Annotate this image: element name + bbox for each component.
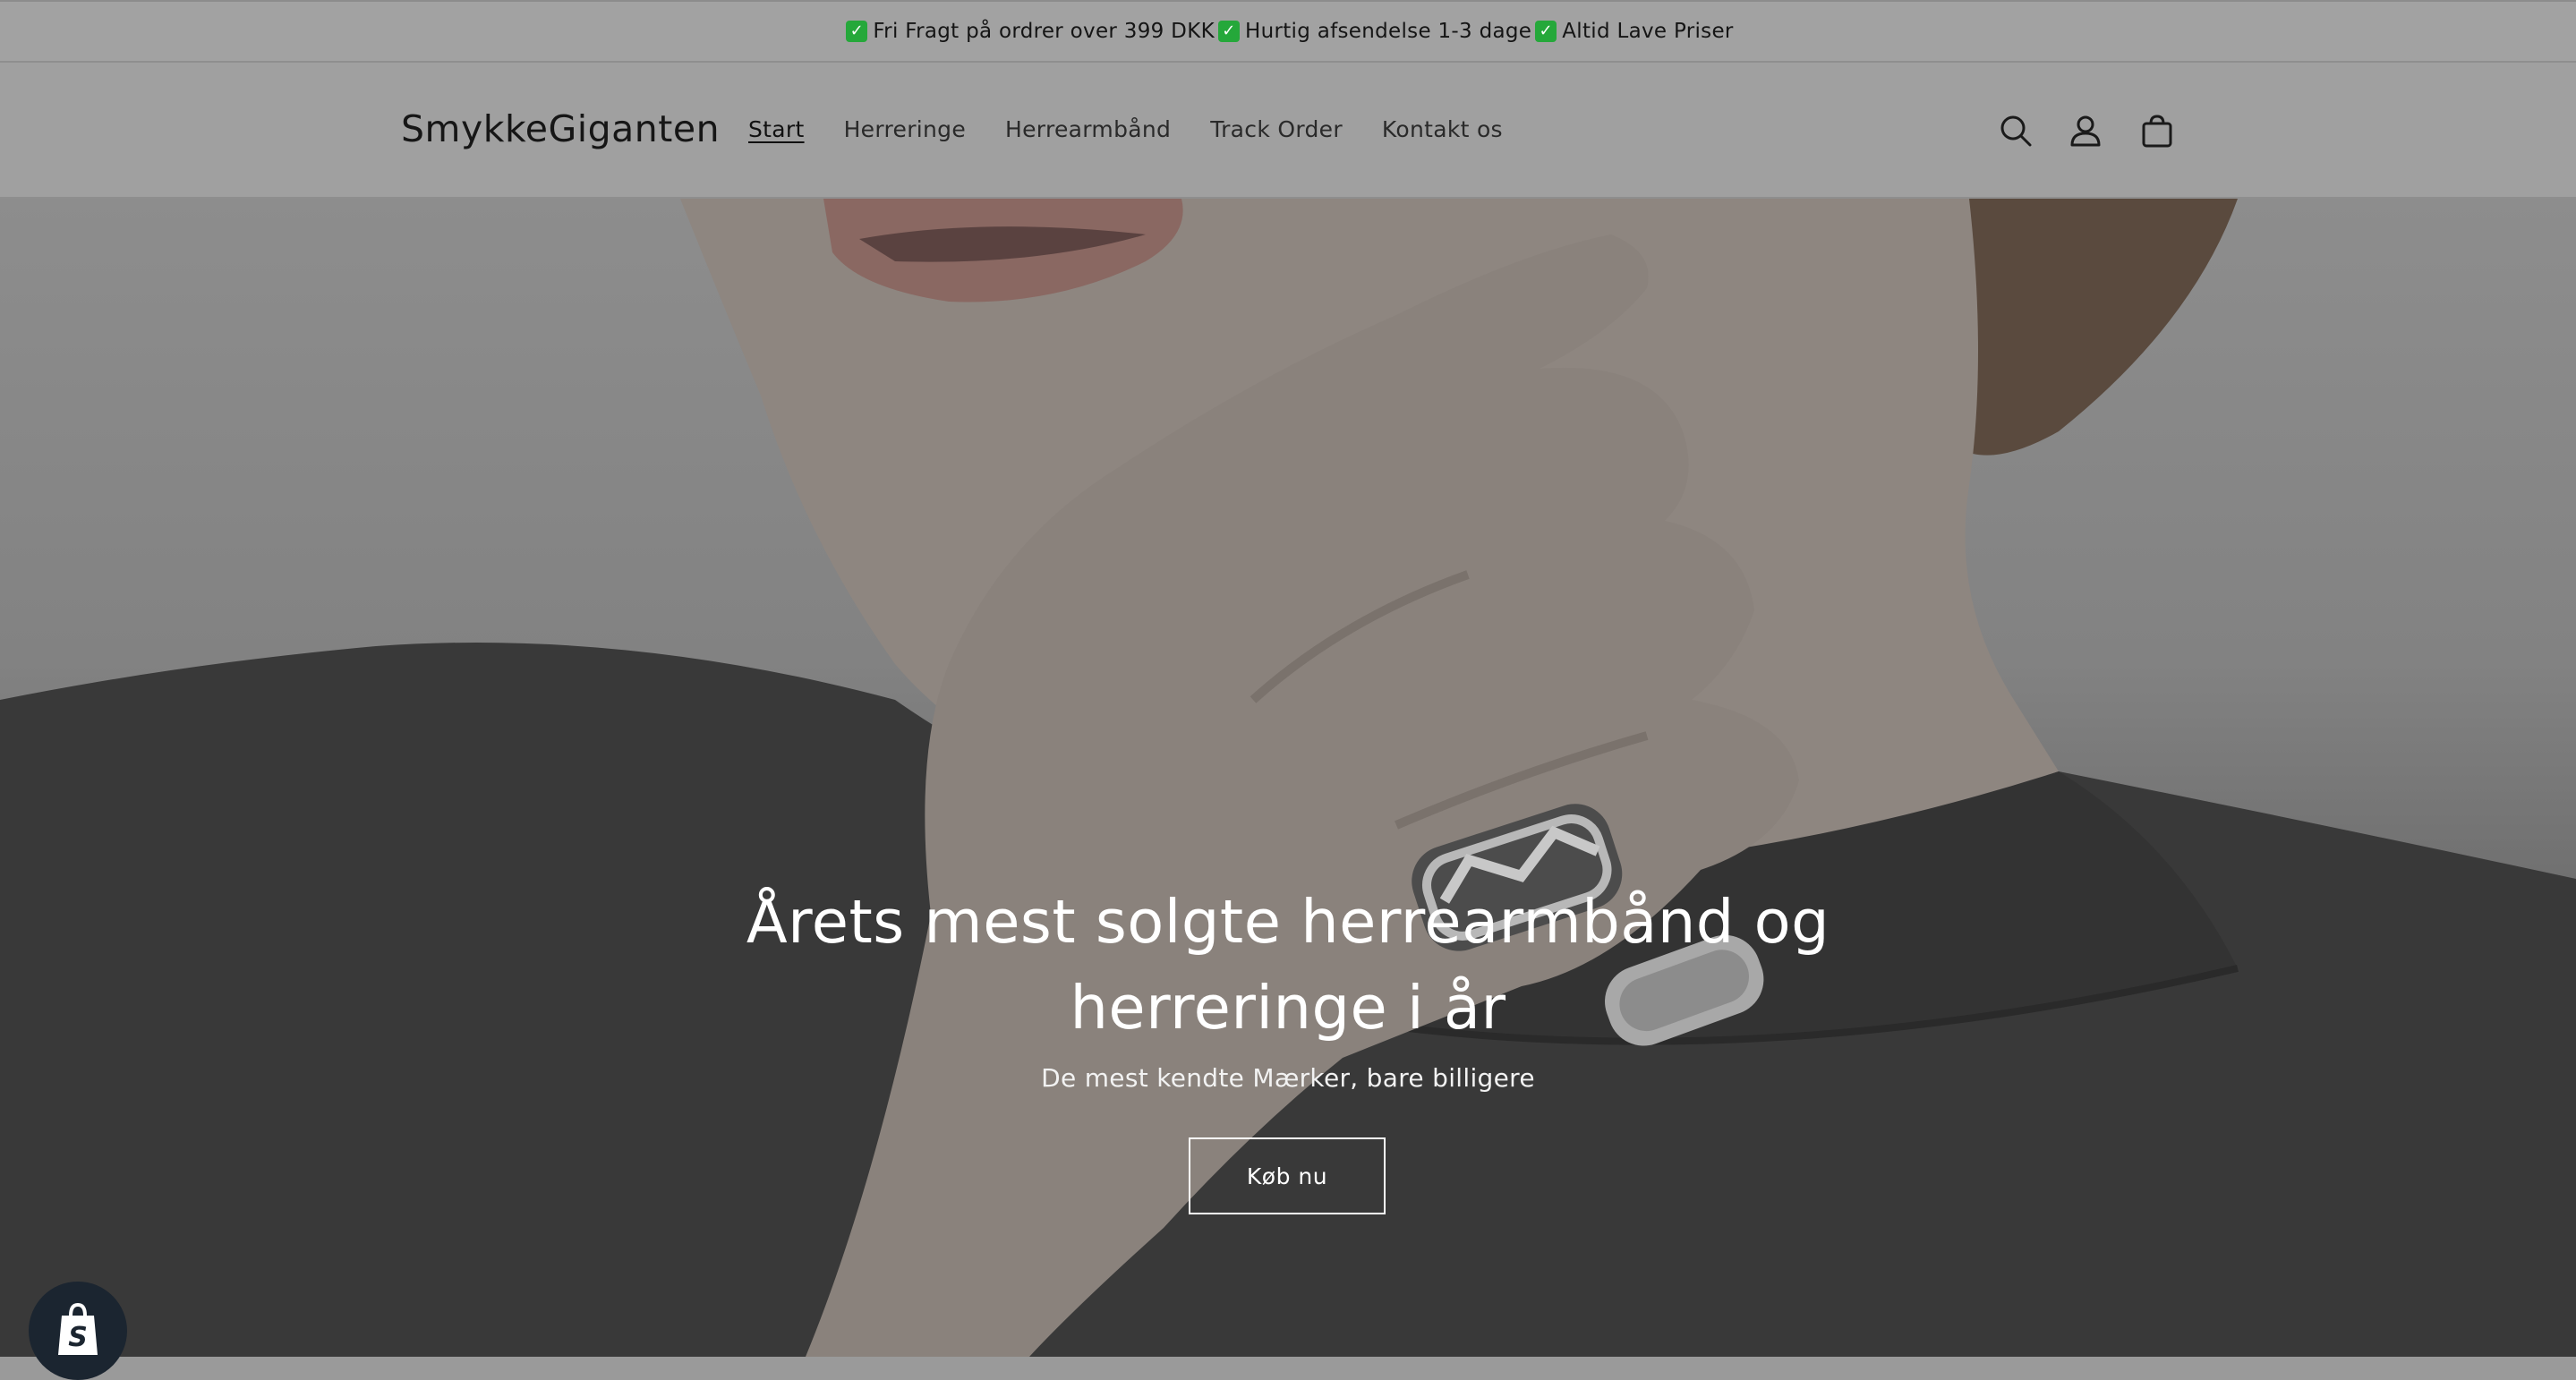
account-icon[interactable] bbox=[2062, 107, 2109, 154]
main-nav: Start Herreringe Herrearmbånd Track Orde… bbox=[748, 116, 1542, 142]
nav-item-track-order[interactable]: Track Order bbox=[1210, 116, 1343, 142]
shopify-badge[interactable]: S bbox=[29, 1282, 127, 1380]
hero-banner: Årets mest solgte herrearmbånd og herrer… bbox=[0, 199, 2576, 1357]
check-mark-icon: ✓ bbox=[1535, 21, 1557, 42]
check-mark-icon: ✓ bbox=[846, 21, 868, 42]
site-header: SmykkeGiganten Start Herreringe Herrearm… bbox=[0, 63, 2576, 199]
nav-item-kontakt-os[interactable]: Kontakt os bbox=[1382, 116, 1503, 142]
cart-icon[interactable] bbox=[2134, 107, 2180, 154]
nav-item-herrearmband[interactable]: Herrearmbånd bbox=[1005, 116, 1171, 142]
hero-title: Årets mest solgte herrearmbånd og herrer… bbox=[746, 887, 1830, 1043]
nav-item-herreringe[interactable]: Herreringe bbox=[844, 116, 966, 142]
buy-now-button[interactable]: Køb nu bbox=[1189, 1137, 1386, 1214]
announcement-item-prices: Altid Lave Priser bbox=[1562, 20, 1734, 43]
svg-text:S: S bbox=[68, 1322, 88, 1353]
nav-item-start[interactable]: Start bbox=[748, 116, 805, 142]
check-mark-icon: ✓ bbox=[1217, 21, 1240, 42]
announcement-bar: ✓ Fri Fragt på ordrer over 399 DKK ✓ Hur… bbox=[0, 0, 2576, 63]
shopify-bag-icon: S bbox=[58, 1302, 98, 1355]
site-logo[interactable]: SmykkeGiganten bbox=[401, 107, 720, 150]
search-icon[interactable] bbox=[1992, 107, 2039, 154]
hero-subtitle: De mest kendte Mærker, bare billigere bbox=[1041, 1063, 1535, 1093]
announcement-item-dispatch: Hurtig afsendelse 1-3 dage bbox=[1244, 20, 1532, 43]
announcement-item-shipping: Fri Fragt på ordrer over 399 DKK bbox=[873, 20, 1215, 43]
